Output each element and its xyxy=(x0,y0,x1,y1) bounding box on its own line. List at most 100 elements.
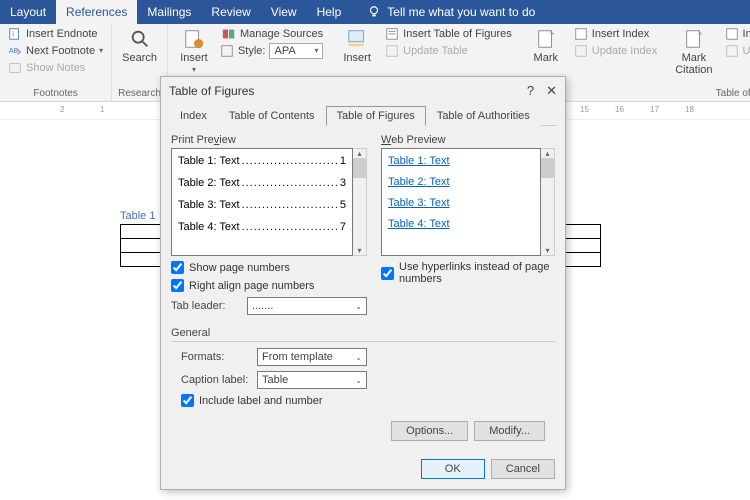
search-icon xyxy=(129,28,151,50)
table-of-figures-dialog: Table of Figures ? ✕ Index Table of Cont… xyxy=(160,76,566,490)
toa-icon xyxy=(725,27,739,41)
tab-references[interactable]: References xyxy=(56,0,137,24)
pp-text: Table 4: Text xyxy=(178,221,240,233)
print-preview: Table 1: Text...........................… xyxy=(171,148,353,256)
tab-leader-value: ....... xyxy=(252,300,273,312)
pp-page: 3 xyxy=(340,177,346,189)
dlg-tab-tof[interactable]: Table of Figures xyxy=(326,106,426,126)
mark-entry-label: Mark xyxy=(534,52,558,64)
pp-text: Table 2: Text xyxy=(178,177,240,189)
web-preview-label: Web Preview xyxy=(381,134,555,146)
pp-page: 1 xyxy=(340,155,346,167)
update-toa-button[interactable]: Update Table xyxy=(723,43,750,59)
group-research-label: Research xyxy=(118,88,161,101)
chevron-down-icon: ▾ xyxy=(192,66,196,74)
modify-button[interactable]: Modify... xyxy=(474,421,545,441)
options-button[interactable]: Options... xyxy=(391,421,468,441)
search-button[interactable]: Search xyxy=(118,26,161,66)
caption-label-select[interactable]: Table ⌄ xyxy=(257,371,367,389)
insert-endnote-label: Insert Endnote xyxy=(26,28,98,40)
tab-help[interactable]: Help xyxy=(307,0,352,24)
insert-tof-button[interactable]: Insert Table of Figures xyxy=(383,26,514,42)
update-icon xyxy=(574,44,588,58)
manage-sources-button[interactable]: Manage Sources xyxy=(220,26,325,42)
dialog-tabs: Index Table of Contents Table of Figures… xyxy=(169,105,557,126)
help-icon[interactable]: ? xyxy=(527,83,534,99)
group-toa-label: Table of Authorities xyxy=(671,88,750,101)
insert-citation-button[interactable]: Insert ▾ xyxy=(174,26,214,76)
style-value: APA xyxy=(274,45,295,57)
formats-select[interactable]: From template ⌄ xyxy=(257,348,367,366)
tell-me[interactable]: Tell me what you want to do xyxy=(357,0,545,24)
style-label: Style: xyxy=(238,45,266,57)
chevron-down-icon: ⌄ xyxy=(355,302,362,311)
general-label: General xyxy=(171,327,555,339)
insert-endnote-button[interactable]: iInsert Endnote xyxy=(6,26,105,42)
show-page-numbers-checkbox[interactable]: Show page numbers xyxy=(171,261,367,274)
show-notes-button[interactable]: Show Notes xyxy=(6,60,105,76)
svg-text:AB: AB xyxy=(9,48,19,55)
chevron-down-icon: ▾ xyxy=(314,47,318,55)
insert-index-button[interactable]: Insert Index xyxy=(572,26,659,42)
next-footnote-label: Next Footnote xyxy=(26,45,95,57)
update-index-button[interactable]: Update Index xyxy=(572,43,659,59)
group-toa: MarkCitation Insert Table of Autho Updat… xyxy=(665,24,750,101)
pp-page: 7 xyxy=(340,221,346,233)
right-align-checkbox[interactable]: Right align page numbers xyxy=(171,279,367,292)
print-preview-scrollbar[interactable]: ▴▾ xyxy=(353,148,367,256)
update-icon xyxy=(725,44,739,58)
mark-entry-button[interactable]: Mark xyxy=(526,26,566,66)
style-select[interactable]: APA ▾ xyxy=(269,43,323,59)
ok-button[interactable]: OK xyxy=(421,459,485,479)
insert-caption-label: Insert xyxy=(343,52,371,64)
mark-citation-button[interactable]: MarkCitation xyxy=(671,26,716,78)
web-preview: Table 1: Text Table 2: Text Table 3: Tex… xyxy=(381,148,541,256)
chevron-down-icon: ⌄ xyxy=(355,376,362,385)
tab-review[interactable]: Review xyxy=(201,0,260,24)
wp-link: Table 4: Text xyxy=(388,218,534,230)
mark-entry-icon xyxy=(535,28,557,50)
tof-icon xyxy=(385,27,399,41)
dlg-tab-toc[interactable]: Table of Contents xyxy=(218,106,326,126)
web-preview-scrollbar[interactable]: ▴▾ xyxy=(541,148,555,256)
cancel-button[interactable]: Cancel xyxy=(491,459,555,479)
group-footnotes: iInsert Endnote AB Next Footnote ▾ Show N… xyxy=(0,24,112,101)
tab-leader-select[interactable]: ....... ⌄ xyxy=(247,297,367,315)
search-label: Search xyxy=(122,52,157,64)
tab-layout[interactable]: Layout xyxy=(0,0,56,24)
tab-view[interactable]: View xyxy=(261,0,307,24)
next-footnote-icon: AB xyxy=(8,44,22,58)
insert-toa-button[interactable]: Insert Table of Autho xyxy=(723,26,750,42)
include-label-checkbox[interactable]: Include label and number xyxy=(181,394,555,407)
insert-index-label: Insert Index xyxy=(592,28,649,40)
tab-leader-label: Tab leader: xyxy=(171,300,241,312)
close-icon[interactable]: ✕ xyxy=(546,83,557,99)
mark-citation-icon xyxy=(683,28,705,50)
ribbon-tabs: Layout References Mailings Review View H… xyxy=(0,0,750,24)
dlg-tab-toa[interactable]: Table of Authorities xyxy=(426,106,541,126)
chevron-down-icon: ⌄ xyxy=(355,353,362,362)
dlg-tab-index[interactable]: Index xyxy=(169,106,218,126)
chevron-down-icon: ▾ xyxy=(99,47,103,55)
wp-link: Table 1: Text xyxy=(388,155,534,167)
show-notes-label: Show Notes xyxy=(26,62,85,74)
next-footnote-button[interactable]: AB Next Footnote ▾ xyxy=(6,43,105,59)
insert-toa-label: Insert Table of Autho xyxy=(743,28,750,40)
mark-citation-label: MarkCitation xyxy=(675,52,712,76)
group-footnotes-label: Footnotes xyxy=(6,88,105,101)
lightbulb-icon xyxy=(367,5,381,19)
tab-mailings[interactable]: Mailings xyxy=(137,0,201,24)
insert-caption-button[interactable]: Insert xyxy=(337,26,377,66)
update-index-label: Update Index xyxy=(592,45,657,57)
caption-label-label: Caption label: xyxy=(181,374,251,386)
pp-text: Table 1: Text xyxy=(178,155,240,167)
caption-icon xyxy=(346,28,368,50)
formats-value: From template xyxy=(262,351,333,363)
caption-label-value: Table xyxy=(262,374,288,386)
pp-text: Table 3: Text xyxy=(178,199,240,211)
update-tof-button[interactable]: Update Table xyxy=(383,43,514,59)
tell-me-label: Tell me what you want to do xyxy=(387,5,535,19)
print-preview-label: Print Preview xyxy=(171,134,367,146)
use-hyperlinks-checkbox[interactable]: Use hyperlinks instead of page numbers xyxy=(381,261,555,285)
index-icon xyxy=(574,27,588,41)
